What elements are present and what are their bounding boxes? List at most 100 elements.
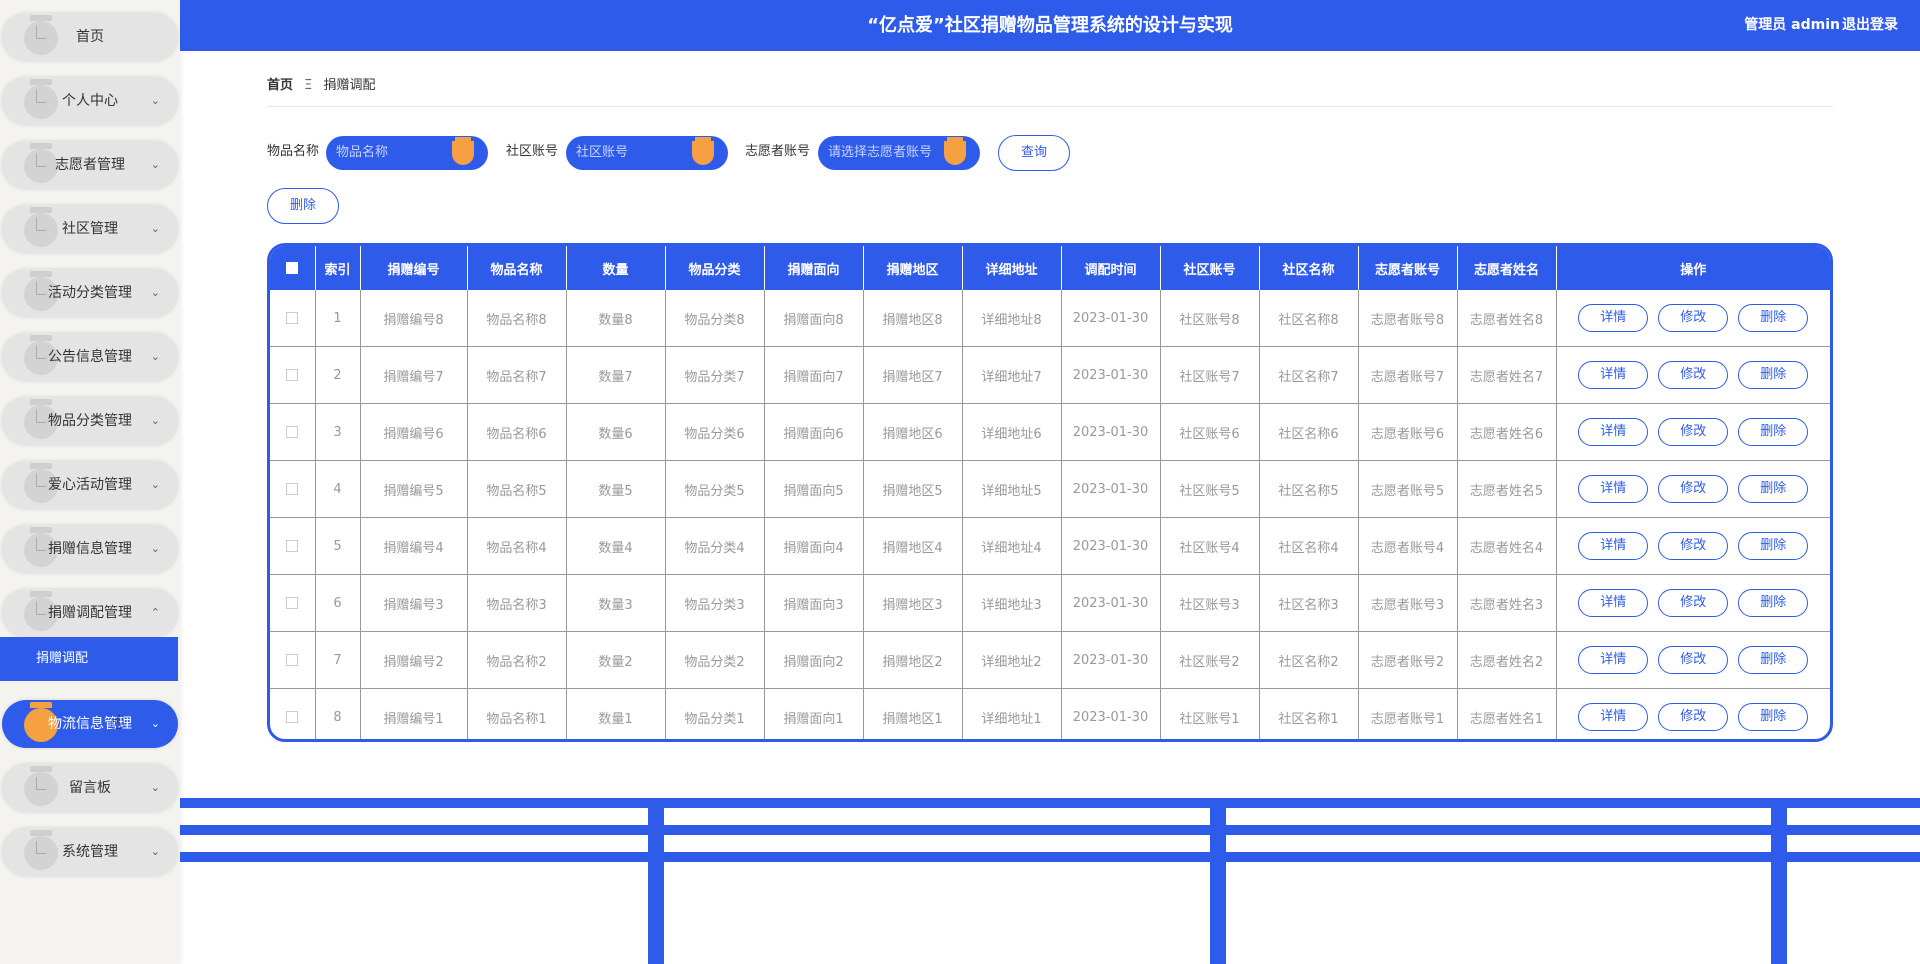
sidebar-item-10[interactable]: 物流信息管理 ⌄ (2, 700, 178, 748)
volunteer-account-select[interactable]: 请选择志愿者账号 (818, 136, 980, 170)
delete-button[interactable]: 删除 (1738, 361, 1809, 389)
community-account-input[interactable]: 社区账号 (566, 136, 728, 170)
delete-button[interactable]: 删除 (1738, 304, 1809, 332)
actions-cell: 详情 修改 删除 (1556, 346, 1830, 404)
delete-button[interactable]: 删除 (1738, 418, 1809, 446)
detail-button[interactable]: 详情 (1578, 418, 1649, 446)
table-header-row: 索引 捐赠编号 物品名称 数量 物品分类 捐赠面向 捐赠地区 详细地址 调配时间 社区账号 社区名称… (270, 246, 1830, 290)
table-cell: 捐赠面向8 (764, 290, 864, 347)
edit-button[interactable]: 修改 (1658, 304, 1729, 332)
sidebar-item-5[interactable]: 公告信息管理 ⌄ (2, 333, 178, 381)
sidebar-item-4[interactable]: 活动分类管理 ⌄ (2, 269, 178, 317)
sidebar-item-7[interactable]: 爱心活动管理 ⌄ (2, 461, 178, 509)
edit-button[interactable]: 修改 (1658, 418, 1729, 446)
table-cell: 志愿者账号5 (1358, 460, 1458, 518)
table-cell: 捐赠地区8 (863, 290, 963, 347)
chevron-icon: ⌄ (150, 542, 160, 555)
table-cell: 志愿者姓名2 (1457, 631, 1557, 689)
select-all-checkbox[interactable] (286, 262, 299, 274)
table-cell: 8 (315, 688, 361, 739)
row-checkbox[interactable] (286, 540, 299, 552)
table-cell: 志愿者账号7 (1358, 346, 1458, 404)
row-checkbox[interactable] (286, 483, 299, 495)
table-cell: 物品分类2 (665, 631, 765, 689)
sidebar-item-0[interactable]: 首页 (2, 13, 178, 61)
actions-cell: 详情 修改 删除 (1556, 403, 1830, 461)
column-header: 捐赠地区 (863, 246, 963, 290)
table-cell: 志愿者姓名6 (1457, 403, 1557, 461)
table-cell: 捐赠面向4 (764, 517, 864, 575)
delete-button[interactable]: 删除 (1738, 532, 1809, 560)
edit-button[interactable]: 修改 (1658, 646, 1729, 674)
breadcrumb: 首页 Ξ 捐赠调配 (267, 74, 376, 93)
table-row: 8 捐赠编号1 物品名称1 数量1 物品分类1 捐赠面向1 捐赠地区1 详细地址1 2023-0… (270, 688, 1830, 739)
detail-button[interactable]: 详情 (1578, 361, 1649, 389)
table-cell: 志愿者姓名1 (1457, 688, 1557, 739)
edit-button[interactable]: 修改 (1658, 532, 1729, 560)
breadcrumb-separator-icon: Ξ (304, 78, 313, 93)
table-cell: 物品分类7 (665, 346, 765, 404)
table-cell: 详细地址4 (962, 517, 1062, 575)
detail-button[interactable]: 详情 (1578, 475, 1649, 503)
delete-button[interactable]: 删除 (1738, 475, 1809, 503)
submenu-item-allocation[interactable]: 捐赠调配 (0, 637, 178, 681)
detail-button[interactable]: 详情 (1578, 589, 1649, 617)
sidebar-item-9[interactable]: 捐赠调配管理 ⌃ (2, 589, 178, 637)
row-checkbox[interactable] (286, 597, 299, 609)
item-name-input[interactable]: 物品名称 (326, 136, 488, 170)
table-cell: 社区账号3 (1160, 574, 1260, 632)
table-cell: 7 (315, 631, 361, 689)
table-cell: 数量7 (566, 346, 666, 404)
batch-delete-button[interactable]: 删除 (267, 188, 339, 224)
item-name-label: 物品名称 (267, 144, 320, 159)
sidebar-item-3[interactable]: 社区管理 ⌄ (2, 205, 178, 253)
sidebar-item-11[interactable]: 留言板 ⌄ (2, 764, 178, 812)
sidebar-item-2[interactable]: 志愿者管理 ⌄ (2, 141, 178, 189)
table-cell: 物品名称8 (467, 290, 567, 347)
community-account-placeholder: 社区账号 (576, 145, 629, 160)
table-cell: 社区名称7 (1259, 346, 1359, 404)
table-cell: 社区账号4 (1160, 517, 1260, 575)
table-cell: 物品名称7 (467, 346, 567, 404)
community-account-label: 社区账号 (506, 144, 559, 159)
detail-button[interactable]: 详情 (1578, 646, 1649, 674)
edit-button[interactable]: 修改 (1658, 475, 1729, 503)
table-cell: 详细地址3 (962, 574, 1062, 632)
detail-button[interactable]: 详情 (1578, 532, 1649, 560)
sidebar-item-8[interactable]: 捐赠信息管理 ⌄ (2, 525, 178, 573)
row-select-cell (270, 574, 316, 632)
table-cell: 物品名称1 (467, 688, 567, 739)
query-button[interactable]: 查询 (998, 135, 1070, 171)
table-cell: 物品分类3 (665, 574, 765, 632)
sidebar-item-6[interactable]: 物品分类管理 ⌄ (2, 397, 178, 445)
delete-button[interactable]: 删除 (1738, 646, 1809, 674)
row-checkbox[interactable] (286, 654, 299, 666)
sidebar-item-1[interactable]: 个人中心 ⌄ (2, 77, 178, 125)
logout-link[interactable]: 退出登录 (1842, 0, 1898, 51)
row-checkbox[interactable] (286, 711, 299, 723)
edit-button[interactable]: 修改 (1658, 361, 1729, 389)
table-cell: 2023-01-30 (1061, 403, 1161, 461)
row-checkbox[interactable] (286, 312, 299, 324)
table-cell: 物品分类1 (665, 688, 765, 739)
detail-button[interactable]: 详情 (1578, 304, 1649, 332)
sidebar-item-12[interactable]: 系统管理 ⌄ (2, 828, 178, 876)
table-cell: 社区名称6 (1259, 403, 1359, 461)
edit-button[interactable]: 修改 (1658, 703, 1729, 731)
row-checkbox[interactable] (286, 369, 299, 381)
chevron-icon: ⌄ (150, 845, 160, 858)
breadcrumb-home[interactable]: 首页 (267, 78, 293, 93)
detail-button[interactable]: 详情 (1578, 703, 1649, 731)
column-header: 志愿者账号 (1358, 246, 1458, 290)
delete-button[interactable]: 删除 (1738, 589, 1809, 617)
table-cell: 捐赠地区6 (863, 403, 963, 461)
row-checkbox[interactable] (286, 426, 299, 438)
column-header: 详细地址 (962, 246, 1062, 290)
table-row: 7 捐赠编号2 物品名称2 数量2 物品分类2 捐赠面向2 捐赠地区2 详细地址2 2023-0… (270, 631, 1830, 689)
table-row: 4 捐赠编号5 物品名称5 数量5 物品分类5 捐赠面向5 捐赠地区5 详细地址5 2023-0… (270, 460, 1830, 518)
table-cell: 3 (315, 403, 361, 461)
table-cell: 数量5 (566, 460, 666, 518)
delete-button[interactable]: 删除 (1738, 703, 1809, 731)
table-cell: 志愿者账号1 (1358, 688, 1458, 739)
edit-button[interactable]: 修改 (1658, 589, 1729, 617)
